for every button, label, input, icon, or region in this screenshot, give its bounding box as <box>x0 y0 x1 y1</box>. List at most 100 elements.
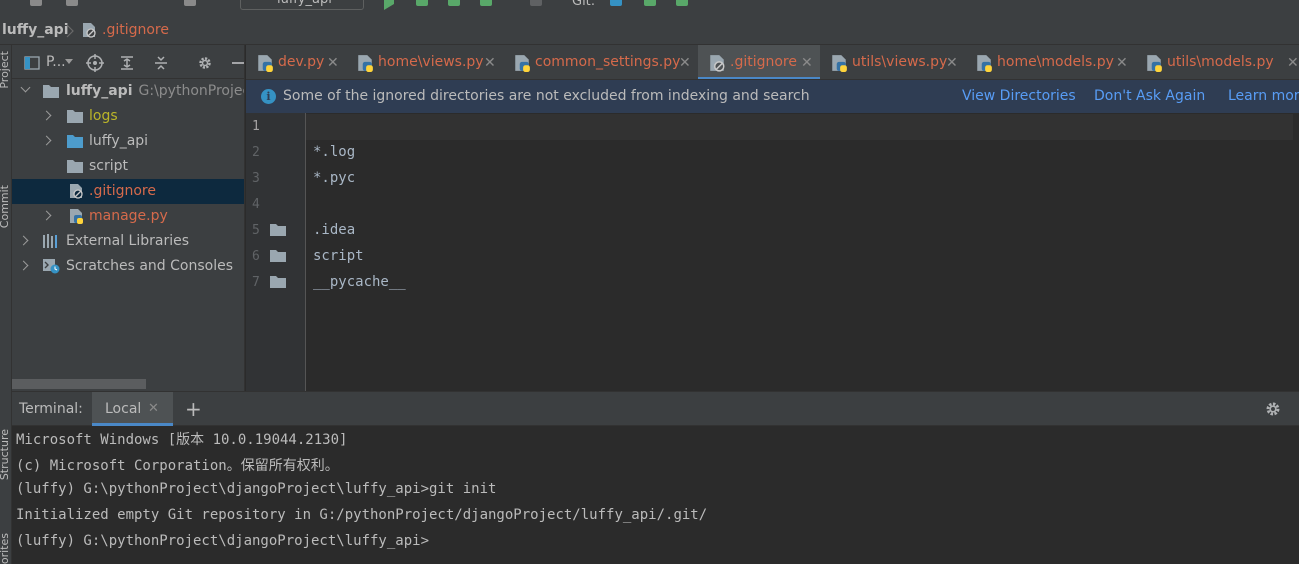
tree-item-gitignore[interactable]: .gitignore <box>12 179 244 204</box>
profile-icon[interactable] <box>480 0 492 6</box>
expand-arrow-icon[interactable] <box>41 210 52 221</box>
tree-item-external-libraries[interactable]: External Libraries <box>12 229 244 254</box>
new-terminal-plus-icon[interactable]: + <box>185 397 202 421</box>
code-line[interactable]: *.pyc <box>313 170 355 186</box>
tree-item-logs[interactable]: logs <box>12 104 244 129</box>
tab-home-models-py[interactable]: home\models.py ✕ <box>965 45 1135 79</box>
tree-item-label: .gitignore <box>89 183 156 199</box>
dont-ask-again-link[interactable]: Don't Ask Again <box>1094 88 1205 104</box>
expand-arrow-icon[interactable] <box>18 260 29 271</box>
ignore-file-icon <box>710 55 725 72</box>
breadcrumb-file[interactable]: .gitignore <box>102 22 169 38</box>
expand-arrow-icon[interactable] <box>41 135 52 146</box>
save-icon[interactable] <box>30 0 42 6</box>
code-editor[interactable]: 1 2 3 4 5 6 7 *.log *.pyc .idea script _… <box>246 113 1299 391</box>
code-line[interactable]: script <box>313 248 364 264</box>
tree-item-label: luffy_apiG:\pythonProject\djangoProject\… <box>66 83 244 99</box>
gear-icon[interactable] <box>197 55 213 71</box>
expand-arrow-icon[interactable] <box>41 110 52 121</box>
tree-item-label: Scratches and Consoles <box>66 258 233 274</box>
tab-utils-views-py[interactable]: utils\views.py ✕ <box>820 45 965 79</box>
ignore-file-icon <box>83 23 96 38</box>
terminal-line: (luffy) G:\pythonProject\djangoProject\l… <box>16 481 497 497</box>
close-icon[interactable]: ✕ <box>148 401 159 416</box>
tree-item-luffy-api-package[interactable]: luffy_api <box>12 129 244 154</box>
collapse-all-icon[interactable] <box>153 55 169 71</box>
learn-more-link[interactable]: Learn more <box>1228 88 1299 104</box>
tab-home-views-py[interactable]: home\views.py ✕ <box>346 45 503 79</box>
close-icon[interactable]: ✕ <box>679 55 691 71</box>
code-line[interactable]: __pycache__ <box>313 274 406 290</box>
terminal-line: Microsoft Windows [版本 10.0.19044.2130] <box>16 432 348 448</box>
close-icon[interactable]: ✕ <box>327 55 339 71</box>
tab-utils-models-py[interactable]: utils\models.py ✕ <box>1135 45 1299 79</box>
folder-icon <box>43 85 59 98</box>
code-line[interactable]: *.log <box>313 144 355 160</box>
coverage-icon[interactable] <box>448 0 460 6</box>
python-file-icon <box>358 55 373 72</box>
breadcrumb-project[interactable]: luffy_api <box>2 22 69 38</box>
run-icon[interactable] <box>384 0 394 10</box>
line-number: 3 <box>252 171 260 186</box>
tab-gitignore[interactable]: .gitignore ✕ <box>698 45 820 79</box>
run-config-combo[interactable]: luffy_api <box>240 0 364 10</box>
close-icon[interactable]: ✕ <box>946 55 958 71</box>
git-update-icon[interactable] <box>610 0 622 6</box>
user-icon[interactable] <box>184 0 196 6</box>
tab-label: utils\models.py <box>1167 54 1274 70</box>
git-label: Git: <box>572 0 596 9</box>
tab-label: home\views.py <box>378 54 484 70</box>
dropdown-arrow-icon[interactable] <box>65 59 73 65</box>
git-push-icon[interactable] <box>676 0 688 6</box>
git-commit-icon[interactable] <box>644 0 656 6</box>
project-view-selector[interactable]: P... <box>46 54 66 70</box>
tab-label: common_settings.py <box>535 54 681 70</box>
tree-item-scratches[interactable]: Scratches and Consoles <box>12 254 244 279</box>
close-icon[interactable]: ✕ <box>1116 55 1128 71</box>
view-directories-link[interactable]: View Directories <box>962 88 1076 104</box>
info-icon: i <box>261 89 276 104</box>
project-horizontal-scrollbar[interactable] <box>12 379 146 389</box>
tree-item-luffy-api-root[interactable]: luffy_apiG:\pythonProject\djangoProject\… <box>12 79 244 104</box>
terminal-output[interactable]: Microsoft Windows [版本 10.0.19044.2130] (… <box>12 426 1299 564</box>
favorites-tool-tab[interactable]: Favorites <box>0 533 11 564</box>
python-file-icon <box>832 55 847 72</box>
hide-panel-icon[interactable] <box>230 55 245 71</box>
expand-all-icon[interactable] <box>119 55 135 71</box>
gear-icon[interactable] <box>1264 400 1282 418</box>
terminal-tab-local[interactable]: Local ✕ <box>92 392 173 426</box>
terminal-title: Terminal: <box>19 401 83 417</box>
tree-item-label: script <box>89 158 129 174</box>
expand-arrow-icon[interactable] <box>18 235 29 246</box>
terminal-header: Terminal: Local ✕ + <box>12 391 1299 426</box>
left-tool-strip: Project Commit Structure Favorites <box>0 45 12 564</box>
ignore-file-icon <box>70 184 83 199</box>
close-icon[interactable]: ✕ <box>801 55 813 71</box>
tree-item-script[interactable]: script <box>12 154 244 179</box>
editor-tabs: dev.py ✕ home\views.py ✕ common_settings… <box>246 45 1299 80</box>
tab-label: home\models.py <box>997 54 1114 70</box>
tab-label: .gitignore <box>730 54 797 70</box>
line-number: 6 <box>252 249 260 264</box>
project-tool-tab[interactable]: Project <box>0 51 11 89</box>
locate-file-icon[interactable] <box>86 54 104 72</box>
line-number: 5 <box>252 223 260 238</box>
tab-dev-py[interactable]: dev.py ✕ <box>246 45 346 79</box>
terminal-line: Initialized empty Git repository in G:/p… <box>16 507 708 523</box>
debug-icon[interactable] <box>416 0 428 6</box>
editor-vertical-scrollbar[interactable] <box>1293 113 1299 391</box>
tree-item-manage-py[interactable]: manage.py <box>12 204 244 229</box>
stop-icon[interactable] <box>530 0 542 6</box>
sync-icon[interactable] <box>66 0 78 6</box>
structure-tool-tab[interactable]: Structure <box>0 429 11 480</box>
expand-arrow-icon[interactable] <box>20 82 31 93</box>
tab-common-settings-py[interactable]: common_settings.py ✕ <box>503 45 698 79</box>
code-line[interactable]: .idea <box>313 222 355 238</box>
tree-item-label: manage.py <box>89 208 168 224</box>
commit-tool-tab[interactable]: Commit <box>0 185 11 228</box>
notification-message: Some of the ignored directories are not … <box>283 88 810 104</box>
scratches-icon <box>43 259 60 274</box>
terminal-prompt[interactable]: (luffy) G:\pythonProject\djangoProject\l… <box>16 533 429 549</box>
close-icon[interactable]: ✕ <box>1287 55 1299 71</box>
close-icon[interactable]: ✕ <box>484 55 496 71</box>
